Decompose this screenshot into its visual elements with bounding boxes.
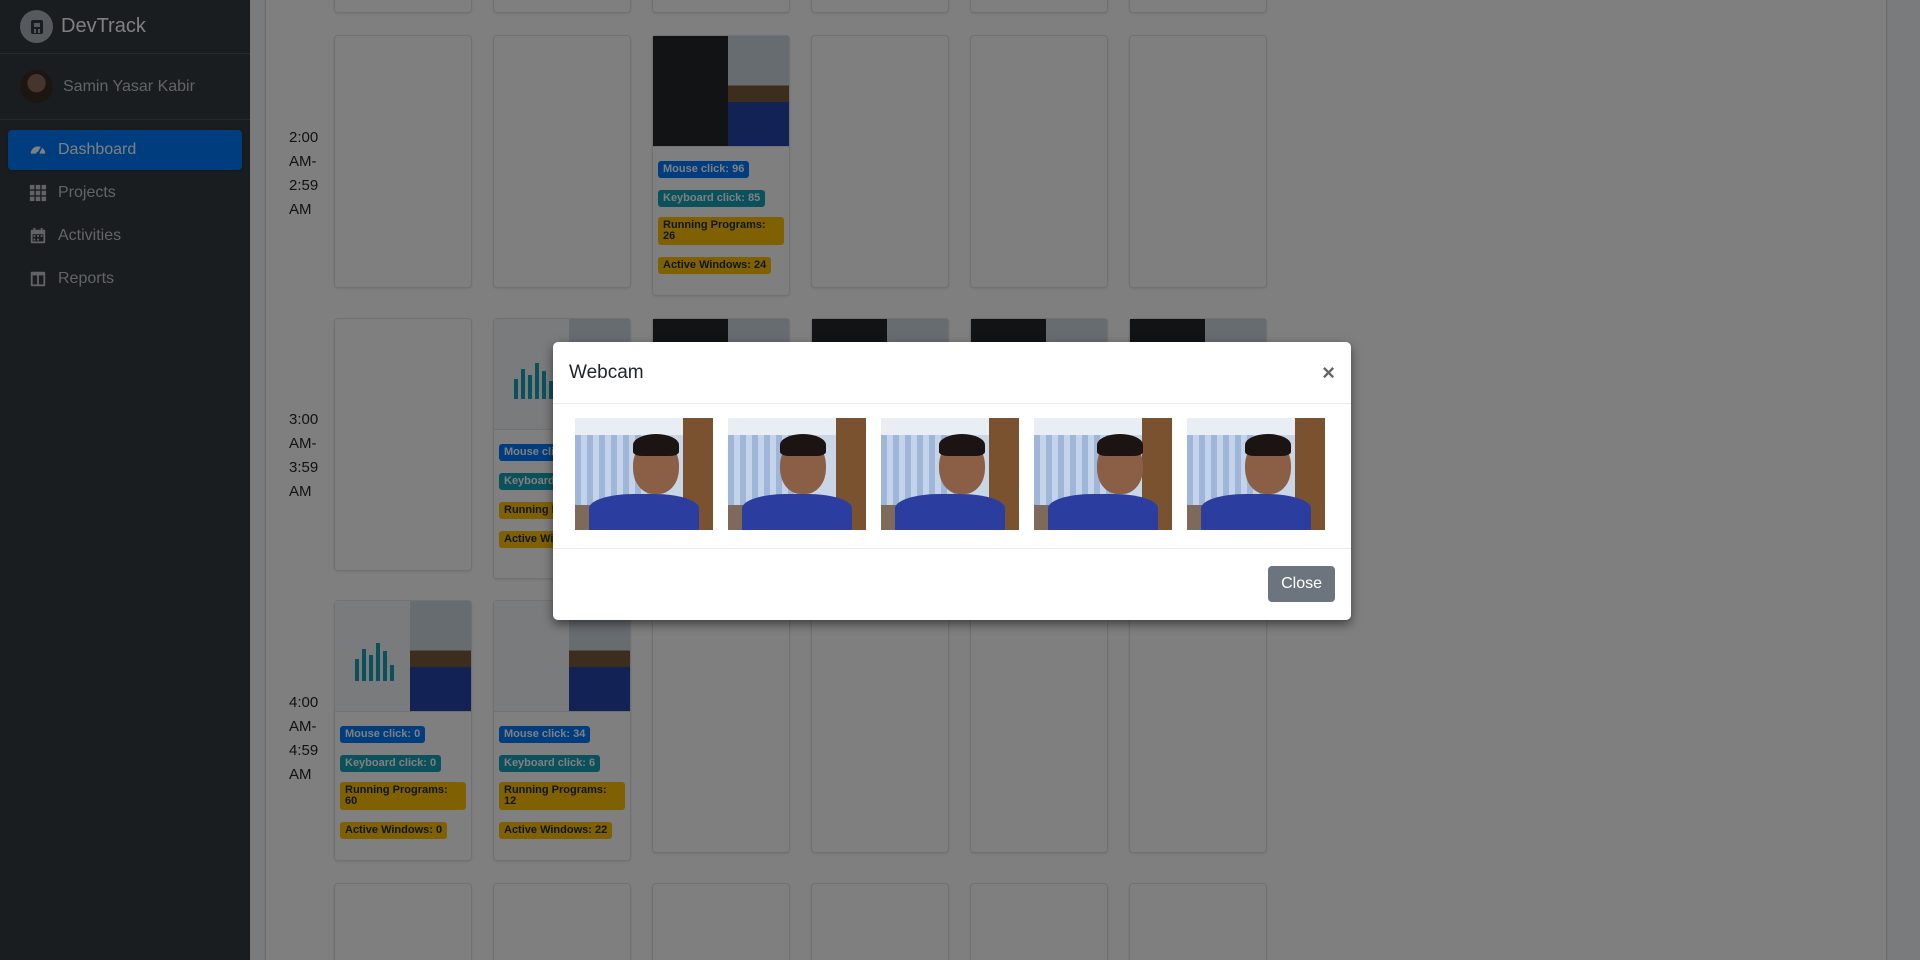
webcam-modal: Webcam × Close — [553, 342, 1351, 620]
webcam-image[interactable] — [575, 418, 713, 530]
modal-title: Webcam — [569, 361, 644, 383]
webcam-image[interactable] — [1187, 418, 1325, 530]
webcam-image[interactable] — [881, 418, 1019, 530]
modal-header: Webcam × — [553, 342, 1351, 404]
webcam-image[interactable] — [728, 418, 866, 530]
close-button[interactable]: Close — [1268, 566, 1335, 602]
webcam-image[interactable] — [1034, 418, 1172, 530]
close-icon[interactable]: × — [1322, 360, 1335, 386]
modal-footer: Close — [553, 549, 1351, 619]
modal-body — [553, 404, 1351, 549]
